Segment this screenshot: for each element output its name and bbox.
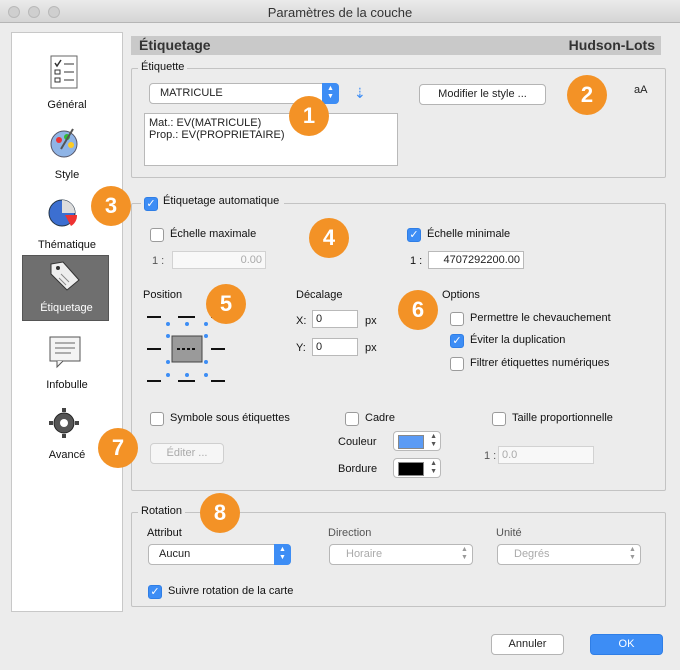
max-scale-label: Échelle maximale [170, 228, 257, 240]
checklist-icon [50, 55, 78, 89]
options-label: Options [442, 289, 480, 301]
frame-label: Cadre [365, 412, 395, 424]
select-arrows-icon: ▲ ▼ [322, 83, 339, 104]
allow-overlap-checkbox[interactable] [450, 312, 464, 326]
auto-labeling-legend: ✓ Étiquetage automatique [141, 195, 285, 211]
sidebar: Général Style Thématique Étiquetage Info… [11, 32, 123, 612]
ok-button[interactable]: OK [590, 634, 663, 655]
auto-labeling-checkbox[interactable]: ✓ [144, 197, 158, 211]
tooltip-icon [49, 336, 81, 369]
sidebar-item-label: Étiquetage [40, 302, 93, 314]
callout-badge-6: 6 [398, 290, 438, 330]
pie-chart-icon [48, 199, 78, 227]
offset-y-input[interactable]: 0 [312, 338, 358, 356]
min-scale-checkbox[interactable]: ✓ [407, 228, 421, 242]
auto-labeling-label: Étiquetage automatique [163, 195, 280, 207]
sidebar-item-label: Style [54, 169, 80, 181]
etiquette-legend: Étiquette [138, 61, 188, 73]
sidebar-item-general[interactable]: Général [12, 53, 122, 119]
rotation-unit-select[interactable]: Degrés ▲ ▼ [497, 544, 641, 565]
style-preview: aA [634, 84, 648, 96]
cancel-button[interactable]: Annuler [491, 634, 564, 655]
frame-color-picker[interactable]: ▲ ▼ [393, 431, 441, 451]
offset-x-label: X: [296, 315, 307, 327]
rotation-attribute-select[interactable]: Aucun ▲ ▼ [148, 544, 291, 565]
filter-numeric-checkbox[interactable] [450, 357, 464, 371]
proportional-size-checkbox[interactable] [492, 412, 506, 426]
frame-color-swatch [398, 435, 424, 449]
symbol-under-checkbox[interactable] [150, 412, 164, 426]
direction-label: Direction [328, 527, 372, 539]
min-scale-label: Échelle minimale [427, 228, 511, 240]
callout-badge-7: 7 [98, 428, 138, 468]
frame-border-label: Bordure [338, 463, 378, 475]
symbol-under-label: Symbole sous étiquettes [170, 412, 290, 424]
callout-badge-3: 3 [91, 186, 131, 226]
attribute-label: Attribut [147, 527, 182, 539]
allow-overlap-label: Permettre le chevauchement [470, 312, 611, 324]
unit-label: Unité [496, 527, 522, 539]
callout-badge-4: 4 [309, 218, 349, 258]
offset-y-unit: px [365, 342, 377, 354]
avoid-duplication-label: Éviter la duplication [470, 334, 566, 346]
label-expression-textarea[interactable]: Mat.: EV(MATRICULE) Prop.: EV(PROPRIETAI… [144, 113, 398, 166]
sidebar-item-etiquetage[interactable]: Étiquetage [22, 255, 109, 321]
frame-border-swatch [398, 462, 424, 476]
page-title: Étiquetage [139, 37, 211, 53]
proportional-input[interactable]: 0.0 [498, 446, 594, 464]
proportional-size-label: Taille proportionnelle [512, 412, 613, 424]
expression-line: Mat.: EV(MATRICULE) [149, 117, 262, 129]
offset-x-unit: px [365, 315, 377, 327]
min-scale-prefix: 1 : [410, 255, 423, 267]
offset-label: Décalage [296, 289, 343, 301]
select-arrows-icon: ▲ ▼ [461, 546, 468, 561]
rotation-legend: Rotation [138, 505, 185, 517]
follow-map-rotation-checkbox[interactable]: ✓ [148, 585, 162, 599]
offset-y-label: Y: [296, 342, 306, 354]
callout-badge-2: 2 [567, 75, 607, 115]
min-scale-input[interactable]: 4707292200.00 [428, 251, 524, 269]
callout-badge-5: 5 [206, 284, 246, 324]
filter-numeric-label: Filtrer étiquettes numériques [470, 357, 610, 369]
rotation-direction-value: Horaire [346, 548, 383, 560]
section-header: Étiquetage Hudson-Lots [131, 36, 661, 55]
gear-icon [49, 408, 79, 438]
insert-field-arrow-icon[interactable]: ⇣ [354, 85, 366, 102]
avoid-duplication-checkbox[interactable]: ✓ [450, 334, 464, 348]
sidebar-item-label: Thématique [37, 239, 97, 251]
label-field-value: MATRICULE [160, 87, 223, 99]
offset-x-input[interactable]: 0 [312, 310, 358, 328]
follow-map-rotation-label: Suivre rotation de la carte [168, 585, 294, 597]
palette-icon [50, 128, 78, 158]
expression-line: Prop.: EV(PROPRIETAIRE) [149, 129, 285, 141]
sidebar-item-label: Infobulle [46, 379, 88, 391]
sidebar-item-infobulle[interactable]: Infobulle [12, 333, 122, 399]
frame-border-picker[interactable]: ▲ ▼ [393, 458, 441, 478]
rotation-attribute-value: Aucun [159, 548, 191, 560]
max-scale-prefix: 1 : [152, 255, 165, 267]
sidebar-item-style[interactable]: Style [12, 123, 122, 189]
callout-badge-8: 8 [200, 493, 240, 533]
frame-color-label: Couleur [338, 436, 377, 448]
callout-badge-1: 1 [289, 96, 329, 136]
color-arrows-icon: ▲ ▼ [430, 460, 437, 475]
modify-style-button[interactable]: Modifier le style ... [419, 84, 546, 105]
title-bar: Paramètres de la couche [0, 0, 680, 23]
color-arrows-icon: ▲ ▼ [430, 433, 437, 448]
select-arrows-icon: ▲ ▼ [629, 546, 636, 561]
select-arrows-icon: ▲ ▼ [274, 544, 291, 565]
max-scale-checkbox[interactable] [150, 228, 164, 242]
rotation-unit-value: Degrés [514, 548, 550, 560]
sidebar-item-label: Général [47, 99, 87, 111]
max-scale-input[interactable]: 0.00 [172, 251, 266, 269]
position-label: Position [143, 289, 183, 301]
window-title: Paramètres de la couche [267, 5, 413, 20]
proportional-prefix: 1 : [484, 450, 497, 462]
frame-checkbox[interactable] [345, 412, 359, 426]
tag-icon [50, 261, 80, 291]
layer-name: Hudson-Lots [568, 37, 655, 53]
edit-symbol-button[interactable]: Éditer ... [150, 443, 224, 464]
rotation-direction-select[interactable]: Horaire ▲ ▼ [329, 544, 473, 565]
